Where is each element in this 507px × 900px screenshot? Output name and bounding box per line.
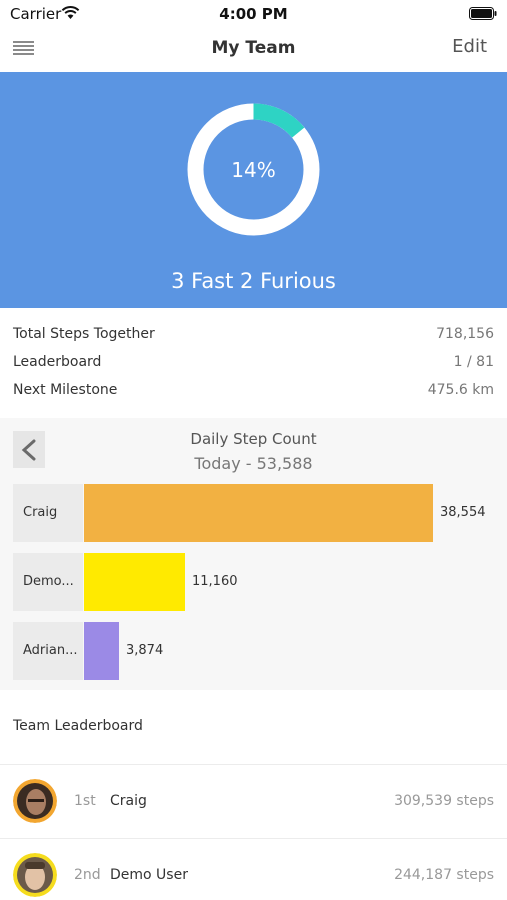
leaderboard-steps: 244,187 steps [394,867,494,883]
bar-label: Craig [13,484,83,542]
team-name: 3 Fast 2 Furious [171,269,336,293]
bar-label: Adrian... [13,622,83,680]
chart-title: Daily Step Count [190,430,317,448]
stat-label: Leaderboard [13,354,102,370]
stat-value: 718,156 [436,326,494,342]
leaderboard-rank: 1st [74,793,96,809]
status-bar: Carrier 4:00 PM [0,0,507,28]
bar-label: Demo... [13,553,83,611]
leaderboard-rank: 2nd [74,867,101,883]
bar-value-label: 11,160 [192,574,238,589]
avatar [13,853,57,897]
team-stats: Total Steps Together 718,156 Leaderboard… [0,320,507,404]
page-title: My Team [211,38,296,58]
stat-row-next-milestone: Next Milestone 475.6 km [0,376,507,404]
battery-icon [469,7,497,20]
nav-bar: My Team Edit [0,28,507,72]
leaderboard-row[interactable]: 1st Craig 309,539 steps [0,764,507,838]
progress-percent: 14% [231,157,276,182]
bar-value-label: 38,554 [440,505,486,520]
bar [84,622,119,680]
daily-step-chart: Daily Step Count Today - 53,588 Craig 38… [0,418,507,690]
stat-row-total-steps: Total Steps Together 718,156 [0,320,507,348]
leaderboard-steps: 309,539 steps [394,793,494,809]
stat-value: 1 / 81 [453,354,494,370]
leaderboard-name: Demo User [110,867,188,883]
stat-row-leaderboard: Leaderboard 1 / 81 [0,348,507,376]
team-hero: 14% 3 Fast 2 Furious [0,72,507,308]
avatar [13,779,57,823]
edit-button[interactable]: Edit [452,36,487,57]
stat-label: Total Steps Together [13,326,155,342]
chart-subtitle: Today - 53,588 [194,454,313,473]
clock: 4:00 PM [219,5,288,23]
leaderboard-name: Craig [110,793,147,809]
bar [84,484,433,542]
bar-value-label: 3,874 [126,643,164,658]
leaderboard-title: Team Leaderboard [13,718,143,734]
stat-value: 475.6 km [427,382,494,398]
stat-label: Next Milestone [13,382,118,398]
leaderboard-row[interactable]: 2nd Demo User 244,187 steps [0,838,507,900]
bar [84,553,185,611]
